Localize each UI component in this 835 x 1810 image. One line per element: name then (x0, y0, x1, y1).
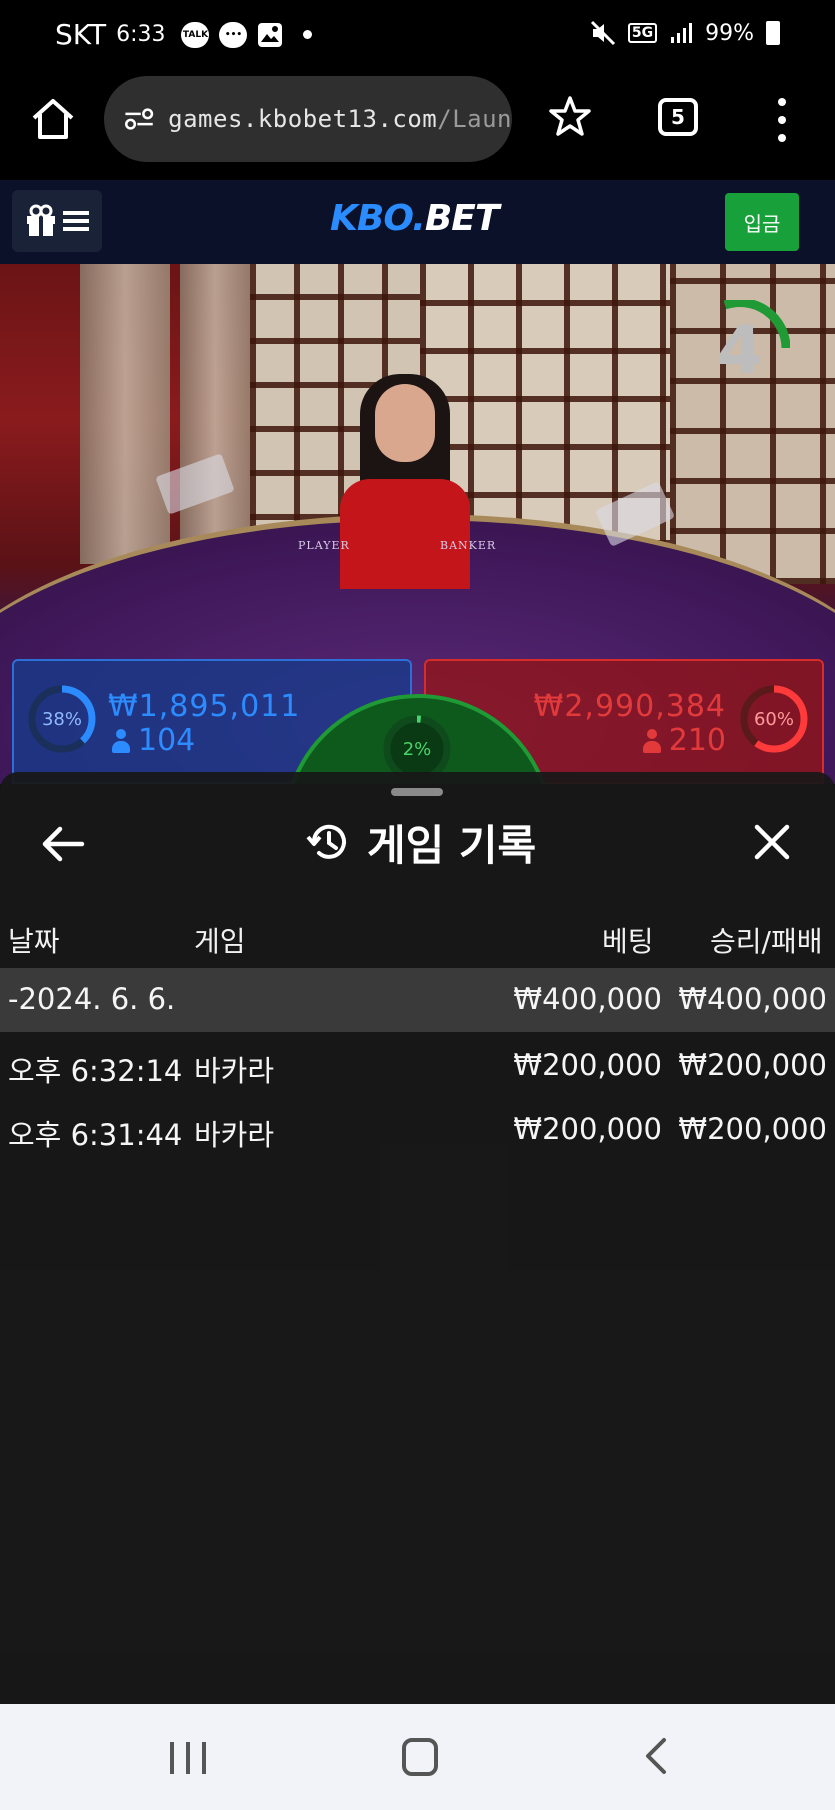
game-history-sheet: 게임 기록 날짜 게임 베팅 승리/패배 -2024. 6. 6. ₩400,0… (0, 772, 835, 1704)
system-nav-bar (0, 1704, 835, 1810)
status-left: SKT 6:33 TALK ••• (55, 18, 313, 51)
row-time: 오후 6:32:14 (8, 1054, 183, 1088)
history-date-group-row[interactable]: -2024. 6. 6. ₩400,000 ₩400,000 (0, 968, 835, 1032)
row-time: 오후 6:31:44 (8, 1118, 183, 1152)
tab-switcher-button[interactable]: 5 (658, 98, 698, 136)
recent-apps-button[interactable] (170, 1742, 206, 1774)
url-host: games.kbobet13.com (168, 105, 438, 133)
row-game: 바카라 (194, 1054, 275, 1088)
status-right: 5G 99% (590, 20, 780, 46)
table-player-text: PLAYER (298, 539, 350, 552)
gift-menu-button[interactable] (12, 190, 102, 252)
hamburger-icon (63, 211, 89, 231)
row-bet: ₩200,000 (513, 1112, 662, 1146)
column-header-game: 게임 (194, 925, 246, 958)
address-bar[interactable]: games.kbobet13.com/Laun (104, 76, 512, 162)
date-group-bet-total: ₩400,000 (513, 982, 662, 1016)
history-row[interactable]: 오후 6:31:44 바카라 ₩200,000 ₩200,000 (0, 1100, 835, 1160)
date-group-label: -2024. 6. 6. (8, 982, 176, 1016)
close-icon[interactable] (752, 822, 792, 862)
row-bet: ₩200,000 (513, 1048, 662, 1082)
url-path: /Laun (437, 105, 512, 133)
player-percent: 38% (41, 708, 82, 730)
sheet-drag-handle[interactable] (391, 788, 443, 796)
live-video-feed: PLAYER BANKER 4 38% ₩1,895,011 104 ₩2,99… (0, 264, 835, 784)
clock: 6:33 (116, 22, 166, 47)
battery-icon (766, 21, 780, 45)
gallery-icon (258, 22, 283, 47)
row-game: 바카라 (194, 1118, 275, 1152)
arrow-left-icon[interactable] (40, 824, 86, 864)
browser-toolbar: games.kbobet13.com/Laun 5 (0, 72, 835, 180)
curtain (180, 264, 250, 564)
banker-bettor-count: 210 (642, 723, 726, 758)
person-icon (112, 728, 130, 753)
star-icon[interactable] (548, 94, 592, 138)
home-nav-button[interactable] (402, 1738, 438, 1776)
sheet-title-text: 게임 기록 (367, 820, 537, 870)
date-group-result-total: ₩400,000 (678, 982, 827, 1016)
row-result: ₩200,000 (678, 1048, 827, 1082)
column-header-bet: 베팅 (602, 925, 654, 958)
more-vert-icon[interactable] (774, 98, 790, 142)
sheet-title: 게임 기록 (305, 812, 536, 872)
gift-icon (27, 204, 55, 236)
status-bar: SKT 6:33 TALK ••• 5G 99% (0, 0, 835, 72)
row-result: ₩200,000 (678, 1112, 827, 1146)
banker-bet-amount: ₩2,990,384 (533, 689, 726, 724)
player-bettor-count: 104 (112, 723, 195, 758)
table-banker-text: BANKER (440, 539, 497, 552)
message-icon: ••• (219, 21, 248, 48)
network-icon: 5G (627, 23, 658, 43)
url-text: games.kbobet13.com/Laun (168, 105, 512, 133)
curtain (80, 264, 170, 564)
site-logo[interactable]: KBO.BET (330, 198, 499, 239)
countdown-timer: 4 (690, 297, 791, 400)
mute-icon (590, 20, 615, 46)
battery-label: 99% (705, 20, 754, 46)
carrier-label: SKT (55, 18, 107, 51)
dealer (330, 374, 480, 589)
deposit-button[interactable]: 입금 (725, 193, 799, 251)
column-header-result: 승리/패배 (710, 925, 823, 958)
kakaotalk-icon: TALK (181, 21, 210, 48)
countdown-number: 4 (717, 311, 763, 389)
player-bet-amount: ₩1,895,011 (108, 689, 301, 724)
person-icon (642, 728, 661, 753)
home-icon[interactable] (30, 96, 76, 142)
notification-dot-icon (303, 30, 313, 39)
history-row[interactable]: 오후 6:32:14 바카라 ₩200,000 ₩200,000 (0, 1036, 835, 1096)
tune-icon[interactable] (122, 104, 156, 134)
column-header-date: 날짜 (8, 925, 60, 958)
banker-percent: 60% (753, 708, 794, 730)
history-icon (306, 824, 346, 859)
site-header: KBO.BET 입금 (0, 180, 835, 264)
signal-icon (671, 23, 693, 43)
back-nav-icon[interactable] (640, 1736, 672, 1776)
